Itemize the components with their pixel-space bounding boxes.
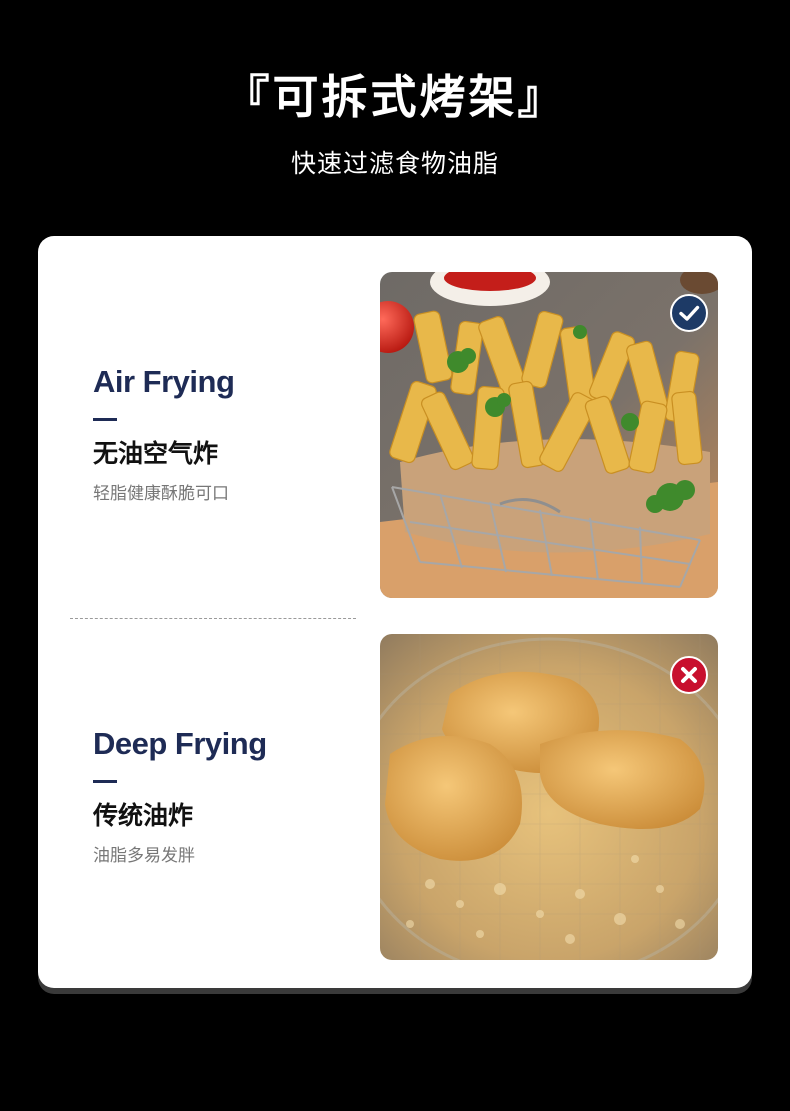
deep-fried-chicken-photo (380, 634, 718, 960)
cross-icon (670, 656, 708, 694)
page-subtitle: 快速过滤食物油脂 (290, 149, 499, 178)
section-divider (70, 618, 356, 619)
deep-frying-dash (93, 780, 117, 783)
deep-frying-description: 油脂多易发胖 (93, 846, 195, 866)
check-icon (670, 294, 708, 332)
air-fried-fries-photo (380, 272, 718, 598)
deep-frying-chinese-label: 传统油炸 (93, 801, 194, 830)
comparison-card: Air Frying 无油空气炸 轻脂健康酥脆可口 Deep Frying 传统… (38, 236, 752, 988)
air-frying-chinese-label: 无油空气炸 (93, 439, 219, 468)
air-frying-dash (93, 418, 117, 421)
deep-frying-english-label: Deep Frying (93, 726, 267, 761)
deep-frying-section: Deep Frying 传统油炸 油脂多易发胖 (38, 634, 752, 960)
air-frying-description: 轻脂健康酥脆可口 (93, 484, 229, 504)
air-frying-english-label: Air Frying (93, 364, 235, 399)
page-title: 『可拆式烤架』 (223, 70, 567, 124)
air-frying-section: Air Frying 无油空气炸 轻脂健康酥脆可口 (38, 272, 752, 598)
